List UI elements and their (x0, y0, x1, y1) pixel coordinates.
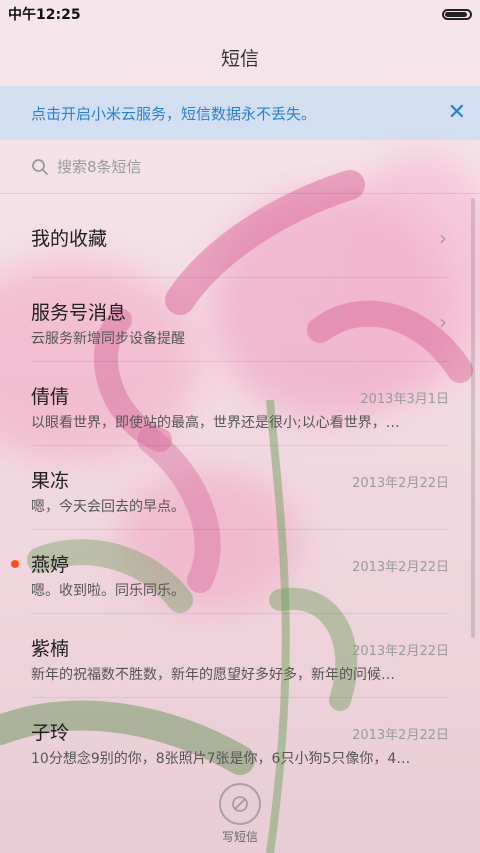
pen-icon (232, 796, 248, 812)
conversation-item[interactable]: 燕婷 2013年2月22日 嗯。收到啦。同乐同乐。 (11, 530, 449, 614)
conversation-preview: 10分想念9别的你，8张照片7张是你，6只小狗5只像你，4… (31, 751, 411, 767)
battery-icon (442, 8, 472, 20)
conversation-date: 2013年2月22日 (352, 644, 449, 659)
banner-text[interactable]: 点击开启小米云服务，短信数据永不丢失。 (31, 103, 316, 124)
battery-fill (445, 11, 467, 17)
close-icon[interactable]: ✕ (448, 102, 466, 124)
conversation-item-service[interactable]: 服务号消息 云服务新增同步设备提醒 › (31, 278, 449, 362)
chevron-right-icon: › (439, 226, 447, 250)
scrollbar[interactable] (471, 198, 475, 638)
conversation-preview: 嗯，今天会回去的早点。 (31, 499, 185, 515)
status-time: 中午12:25 (8, 7, 81, 23)
conversation-preview: 以眼看世界，即使站的最高，世界还是很小;以心看世界，… (31, 415, 400, 431)
conversation-name: 紫楠 (31, 638, 70, 660)
status-bar: 中午12:25 (0, 0, 480, 28)
conversation-name: 子玲 (31, 722, 70, 744)
conversation-preview: 嗯。收到啦。同乐同乐。 (31, 583, 185, 599)
conversation-name: 果冻 (31, 470, 70, 492)
conversation-date: 2013年2月22日 (352, 560, 449, 575)
search-bar[interactable]: 搜索8条短信 (0, 140, 480, 194)
conversation-preview: 新年的祝福数不胜数，新年的愿望好多好多，新年的问候… (31, 667, 395, 683)
conversation-item[interactable]: 子玲 2013年2月22日 10分想念9别的你，8张照片7张是你，6只小狗5只像… (31, 698, 449, 782)
conversation-preview: 云服务新增同步设备提醒 (31, 331, 185, 347)
conversation-item-favorites[interactable]: 我的收藏 › (31, 194, 449, 278)
compose-button[interactable]: 写短信 (0, 783, 480, 845)
conversation-name: 倩倩 (31, 386, 70, 408)
conversation-date: 2013年3月1日 (360, 392, 449, 407)
conversation-item[interactable]: 紫楠 2013年2月22日 新年的祝福数不胜数，新年的愿望好多好多，新年的问候… (31, 614, 449, 698)
conversation-name: 燕婷 (31, 554, 70, 576)
chevron-right-icon: › (439, 310, 447, 334)
conversation-name: 服务号消息 (31, 302, 127, 324)
search-input[interactable]: 搜索8条短信 (57, 156, 142, 177)
cloud-service-banner[interactable]: 点击开启小米云服务，短信数据永不丢失。 ✕ (0, 86, 480, 140)
conversation-item[interactable]: 果冻 2013年2月22日 嗯，今天会回去的早点。 (31, 446, 449, 530)
compose-circle[interactable] (219, 783, 261, 825)
page-title: 短信 (220, 47, 259, 70)
conversation-date: 2013年2月22日 (352, 728, 449, 743)
conversation-name: 我的收藏 (31, 228, 108, 250)
conversation-date: 2013年2月22日 (352, 476, 449, 491)
compose-label[interactable]: 写短信 (222, 828, 258, 845)
conversation-item[interactable]: 倩倩 2013年3月1日 以眼看世界，即使站的最高，世界还是很小;以心看世界，… (31, 362, 449, 446)
unread-dot (11, 560, 19, 568)
search-icon (32, 158, 48, 175)
conversation-list: 我的收藏 › 服务号消息 云服务新增同步设备提醒 › 倩倩 2013年3月1日 … (0, 194, 480, 782)
